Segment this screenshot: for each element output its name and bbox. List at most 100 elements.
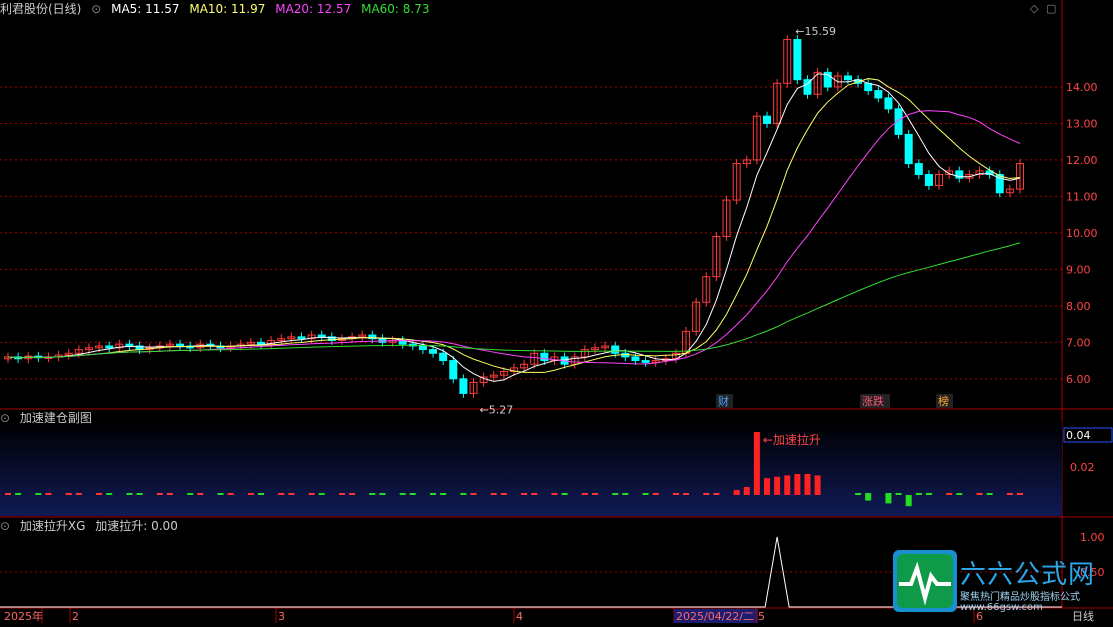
sub1-dash	[490, 493, 497, 495]
ma20-label: MA20: 12.57	[275, 2, 352, 16]
sub1-dash	[197, 493, 204, 495]
candle-body	[631, 356, 640, 362]
period-label: 日线	[1072, 609, 1094, 623]
sub1-dash	[581, 493, 588, 495]
sub1-value-box: 0.04	[1066, 429, 1091, 442]
ma60-label: MA60: 8.73	[361, 2, 430, 16]
candle-body	[439, 352, 448, 362]
sub1-dash	[713, 493, 720, 495]
sub1-dash	[166, 493, 173, 495]
sub1-green-bar	[885, 495, 892, 504]
sub1-dash	[1006, 493, 1013, 495]
candle-body	[641, 360, 650, 363]
sub1-dash	[440, 493, 447, 495]
sub1-green-bar	[905, 495, 912, 507]
sub1-dash	[258, 493, 264, 495]
y-tick-label: 10.00	[1066, 227, 1098, 240]
sub1-dash	[45, 493, 52, 495]
sub1-dash	[288, 493, 295, 495]
sub1-dash	[612, 493, 619, 495]
candle-body	[297, 336, 306, 340]
sub1-dash	[247, 493, 254, 495]
sub1-dash	[106, 493, 113, 495]
sub2-title[interactable]: 加速拉升XG	[20, 519, 86, 533]
candle-body	[884, 97, 893, 110]
candle-body	[449, 360, 458, 380]
y-tick-label: 9.00	[1066, 263, 1091, 276]
sub1-dash	[1017, 493, 1023, 495]
sub1-dash	[460, 493, 467, 495]
sub1-dash	[622, 493, 629, 495]
sub1-dash	[338, 493, 345, 495]
sub1-red-bar	[794, 474, 801, 495]
candle-body	[904, 133, 913, 165]
sub1-red-bar	[774, 476, 781, 495]
sub1-dash	[642, 493, 649, 495]
sub1-dash	[703, 493, 710, 495]
sub1-dash	[956, 493, 963, 495]
watermark-brand: 六六公式网	[960, 560, 1096, 590]
sub1-red-bar	[814, 475, 821, 495]
sub1-red-bar	[743, 487, 750, 495]
event-marker: 涨跌	[862, 394, 884, 408]
main-chart-header: 利君股份(日线) ⊙ MA5: 11.57 MA10: 11.97 MA20: …	[0, 1, 436, 17]
sub2-value: 加速拉升: 0.00	[95, 519, 178, 533]
sub1-dash	[217, 493, 224, 495]
sub1-dash	[855, 493, 862, 495]
candle-body	[924, 174, 933, 186]
sub1-settings-icon[interactable]: ⊙	[0, 411, 10, 425]
sub1-dash	[318, 493, 325, 495]
sub2-tick: 1.00	[1080, 531, 1105, 544]
sub1-red-bar	[784, 475, 791, 495]
sub1-dash	[379, 493, 386, 495]
sub1-dash	[75, 493, 82, 495]
sub1-dash	[865, 493, 872, 495]
sub1-dash	[551, 493, 558, 495]
collapse-icon[interactable]: ⊙	[91, 2, 101, 16]
ma10-label: MA10: 11.97	[189, 2, 266, 16]
sub1-background	[0, 420, 1062, 516]
candle-body	[793, 39, 802, 81]
sub1-dash	[126, 493, 133, 495]
sub1-dash	[369, 493, 376, 495]
sub1-dash	[521, 493, 528, 495]
sub1-red-bar	[764, 478, 770, 495]
sub1-red-bar	[804, 474, 811, 495]
watermark-logo-icon	[893, 550, 957, 612]
candle-body	[763, 115, 771, 124]
candle-body	[459, 378, 468, 394]
candle-body	[257, 341, 265, 345]
y-tick-label: 6.00	[1066, 373, 1091, 386]
date-label: 3	[278, 610, 285, 623]
date-label: 5	[758, 610, 765, 623]
sub1-dash	[925, 493, 932, 495]
candle-body	[429, 349, 438, 354]
sub1-dash	[885, 493, 892, 495]
sub1-dash	[349, 493, 356, 495]
sub1-dash	[946, 493, 953, 495]
sub1-dash	[470, 493, 477, 495]
y-tick-label: 11.00	[1066, 190, 1098, 203]
watermark-sub: 聚焦热门精品炒股指标公式	[960, 592, 1080, 603]
sub1-dash	[65, 493, 72, 495]
sub1-dash	[278, 493, 285, 495]
sub1-title[interactable]: 加速建仓副图	[20, 411, 92, 425]
date-label: 4	[516, 610, 523, 623]
sub1-dash	[561, 493, 568, 495]
sub1-header: ⊙ 加速建仓副图	[0, 410, 98, 426]
candle-body	[540, 352, 549, 362]
high-label: ←15.59	[795, 25, 836, 38]
sub2-settings-icon[interactable]: ⊙	[0, 519, 10, 533]
sub1-dash	[308, 493, 315, 495]
sub1-signal-label: ←加速拉升	[763, 432, 821, 447]
sub1-dash	[531, 493, 538, 495]
candle-body	[843, 75, 852, 81]
sub1-dash	[96, 493, 103, 495]
ma5-label: MA5: 11.57	[111, 2, 180, 16]
sub1-dash	[399, 493, 406, 495]
sub1-dash	[409, 493, 416, 495]
sub1-dash	[500, 493, 507, 495]
sub1-dash	[430, 493, 437, 495]
stock-title[interactable]: 利君股份(日线)	[0, 2, 81, 16]
candle-body	[864, 82, 873, 92]
